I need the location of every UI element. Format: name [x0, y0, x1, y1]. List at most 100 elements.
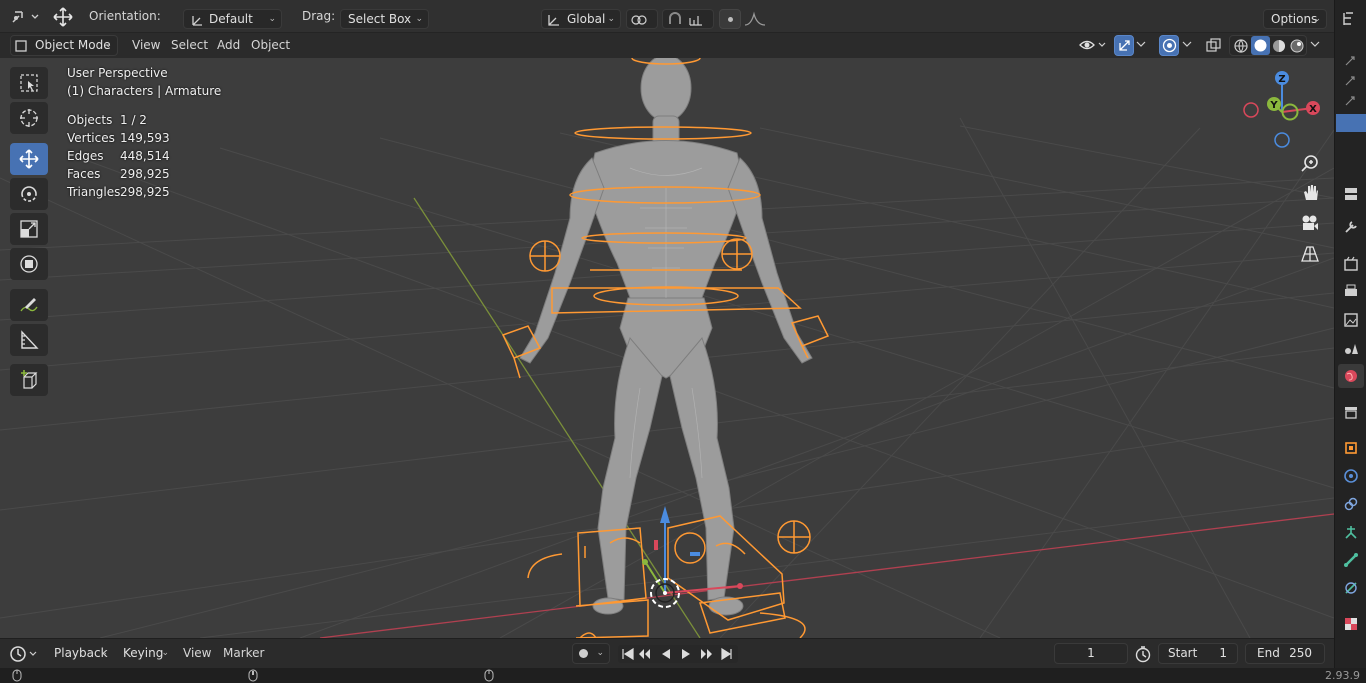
tool-scale[interactable] [10, 213, 48, 245]
chevron-down-icon[interactable] [1182, 39, 1192, 51]
pan-button[interactable] [1296, 179, 1324, 207]
tab-modifiers[interactable] [1338, 464, 1364, 488]
solid-shading-icon [1254, 39, 1267, 52]
menu-object[interactable]: Object [251, 35, 290, 56]
playback-controls[interactable] [618, 645, 738, 663]
tab-world[interactable] [1338, 364, 1364, 388]
chevron-down-icon: ⌄ [104, 40, 112, 50]
wireframe-shading-icon[interactable] [1233, 38, 1249, 54]
keying-label: Keying [123, 646, 164, 660]
start-frame-field[interactable]: Start 1 [1158, 643, 1238, 664]
pivot-point-dropdown[interactable] [626, 9, 658, 29]
chevron-down-icon: ⌄ [100, 648, 108, 658]
overlays-toggle-button[interactable] [1159, 35, 1179, 56]
gizmo-z-label: Z [1278, 74, 1285, 85]
camera-view-button[interactable] [1296, 209, 1324, 237]
tab-render[interactable] [1338, 252, 1364, 276]
tab-collection[interactable] [1338, 400, 1364, 424]
solid-shading-button[interactable] [1251, 36, 1270, 55]
menu-view[interactable]: View [132, 35, 160, 56]
stat-label: Faces [67, 167, 101, 181]
viewport-header: Object Mode ⌄ View Select Add Object [0, 33, 1334, 58]
gizmo-neg-x-icon[interactable] [1243, 102, 1259, 118]
zoom-button[interactable] [1296, 149, 1324, 177]
restrict-select-icon[interactable] [1343, 94, 1361, 108]
3d-viewport[interactable]: User Perspective (1) Characters | Armatu… [0, 58, 1334, 638]
scale-icon [20, 220, 38, 238]
scene-icon [1345, 344, 1358, 354]
world-icon [1345, 370, 1357, 382]
tool-transform[interactable] [10, 248, 48, 280]
chevron-down-icon[interactable] [1310, 39, 1320, 51]
keying-menu[interactable]: Keying ⌄ [115, 643, 175, 664]
outliner-icon[interactable] [1341, 10, 1361, 28]
navigation-gizmo[interactable]: Z Y X [1238, 66, 1328, 150]
tool-rotate[interactable] [10, 178, 48, 210]
tab-tool-settings[interactable] [1338, 215, 1364, 239]
end-frame-field[interactable]: End 250 [1245, 643, 1325, 664]
options-label: Options [1271, 12, 1318, 26]
properties-tab-strip [1334, 0, 1366, 683]
image-icon [1344, 313, 1358, 327]
stat-label: Objects [67, 113, 113, 127]
timeline-menu-marker[interactable]: Marker [223, 643, 264, 664]
mode-dropdown[interactable]: Object Mode ⌄ [10, 35, 118, 56]
drag-value: Select Box [348, 12, 412, 26]
tab-scene[interactable] [1338, 336, 1364, 360]
perspective-toggle-button[interactable] [1296, 240, 1324, 268]
drag-dropdown[interactable]: Select Box ⌄ [340, 9, 429, 29]
tab-object-data[interactable] [1338, 520, 1364, 544]
chevron-down-icon: ⌄ [268, 14, 276, 24]
timeline-editor-icon[interactable] [10, 645, 40, 663]
move-icon[interactable] [50, 6, 76, 28]
magnet-icon [669, 12, 702, 26]
printer-icon [1345, 284, 1357, 296]
tab-texture[interactable] [1338, 612, 1364, 636]
stopwatch-icon[interactable] [1134, 645, 1152, 663]
restrict-select-icon[interactable] [1343, 54, 1361, 68]
current-frame-field[interactable]: 1 [1054, 643, 1128, 664]
playback-menu[interactable]: Playback ⌄ [46, 643, 114, 664]
editor-type-icon[interactable] [10, 8, 40, 26]
collection-label: (1) Characters | Armature [67, 84, 222, 98]
tab-view-layer[interactable] [1338, 308, 1364, 332]
tab-bone[interactable] [1338, 548, 1364, 572]
chevron-down-icon: ⌄ [607, 14, 615, 24]
menu-select[interactable]: Select [171, 35, 208, 56]
transform-icon [20, 255, 38, 273]
dot-icon [728, 17, 733, 22]
xray-icon[interactable] [1205, 37, 1223, 54]
tab-object[interactable] [1338, 436, 1364, 460]
rendered-shading-icon[interactable] [1289, 38, 1305, 54]
gizmo-toggle-button[interactable] [1114, 35, 1134, 56]
visibility-icon[interactable] [1078, 37, 1108, 54]
options-dropdown[interactable]: Options ⌄ [1263, 9, 1327, 29]
bone-icon [1344, 553, 1358, 567]
orientation-dropdown[interactable]: Default ⌄ [183, 9, 282, 29]
tool-measure[interactable] [10, 324, 48, 356]
restrict-select-icon[interactable] [1343, 74, 1361, 88]
tool-add-cube[interactable] [10, 364, 48, 396]
timeline-menu-view[interactable]: View [183, 643, 211, 664]
menu-add[interactable]: Add [217, 35, 240, 56]
x-axis-line [319, 513, 1334, 638]
snap-dropdown[interactable] [662, 9, 714, 29]
falloff-icon[interactable] [743, 10, 769, 28]
tab-constraints[interactable] [1338, 492, 1364, 516]
transform-orientation-dropdown[interactable]: Global ⌄ [541, 9, 621, 29]
proportional-edit-button[interactable] [719, 9, 741, 29]
tab-output[interactable] [1338, 280, 1364, 304]
tab-bone-constraints[interactable] [1338, 576, 1364, 600]
cursor-icon [20, 109, 38, 127]
material-shading-icon[interactable] [1271, 38, 1287, 54]
gizmo-neg-z-icon[interactable] [1274, 132, 1290, 148]
tool-cursor[interactable] [10, 102, 48, 134]
mouse-middle-icon [248, 669, 258, 682]
record-button[interactable]: ⌄ [572, 643, 610, 664]
chevron-down-icon[interactable] [1136, 39, 1146, 51]
tab-tool[interactable] [1338, 182, 1364, 206]
tool-annotate[interactable] [10, 289, 48, 321]
tool-select-box[interactable] [10, 67, 48, 99]
gizmo-y-label: Y [1269, 100, 1278, 111]
tool-move[interactable] [10, 143, 48, 175]
